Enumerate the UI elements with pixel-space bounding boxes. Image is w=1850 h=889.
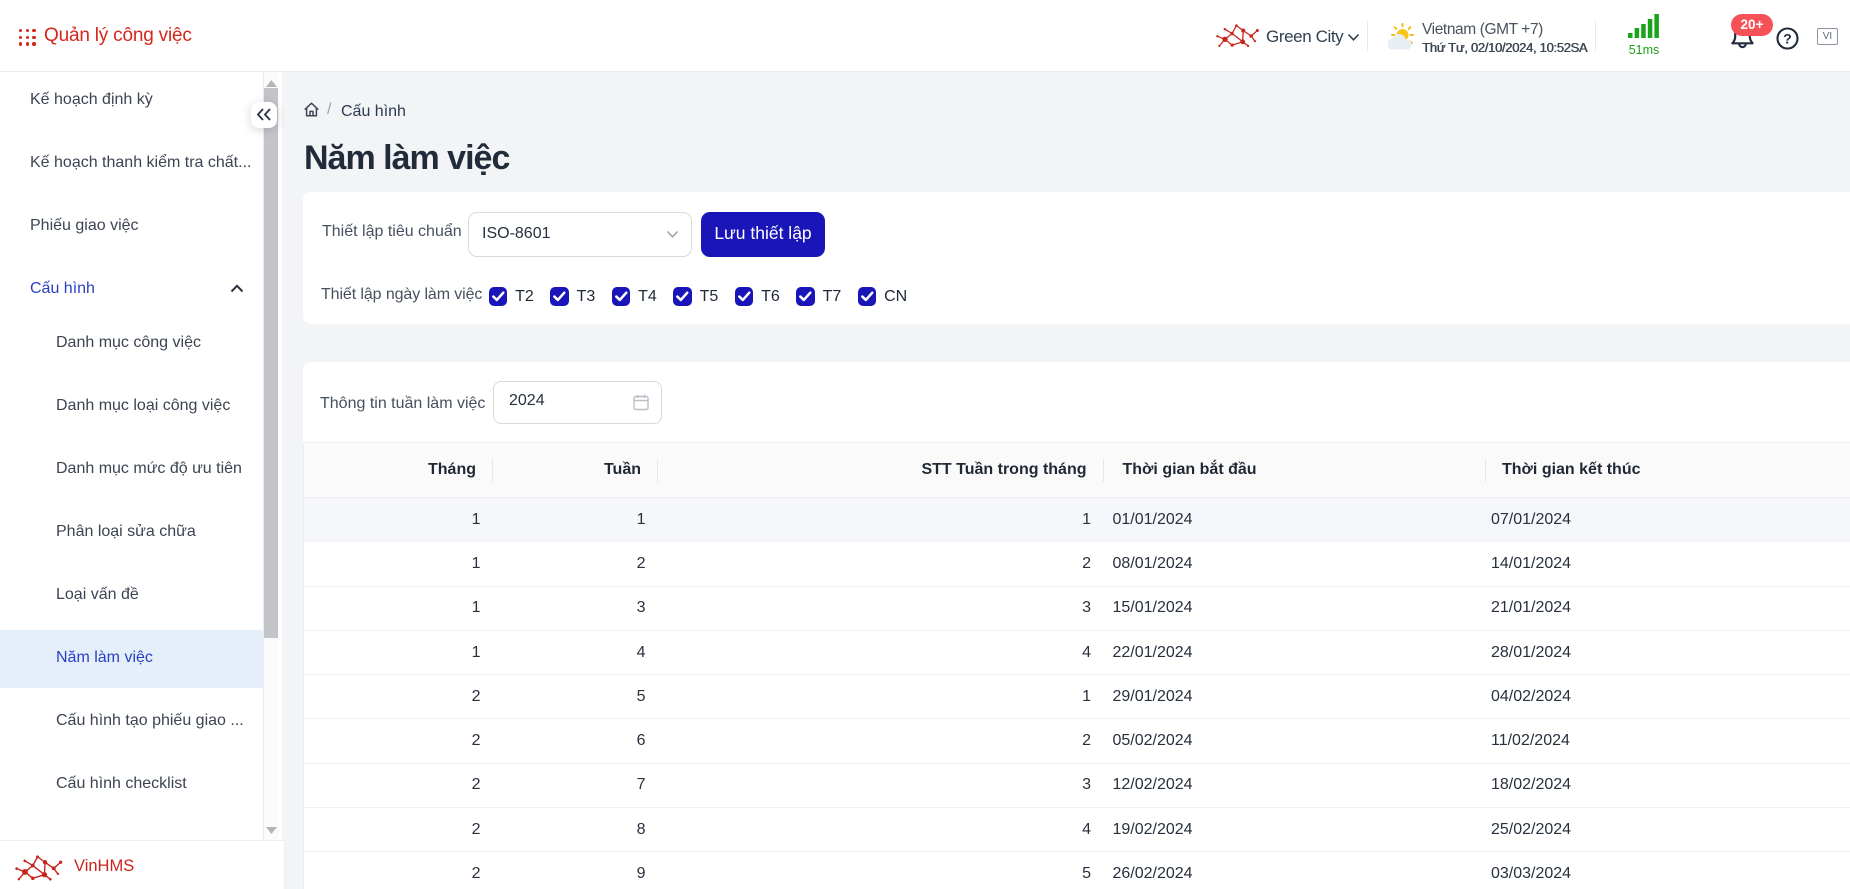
svg-text:?: ? (1783, 30, 1792, 46)
